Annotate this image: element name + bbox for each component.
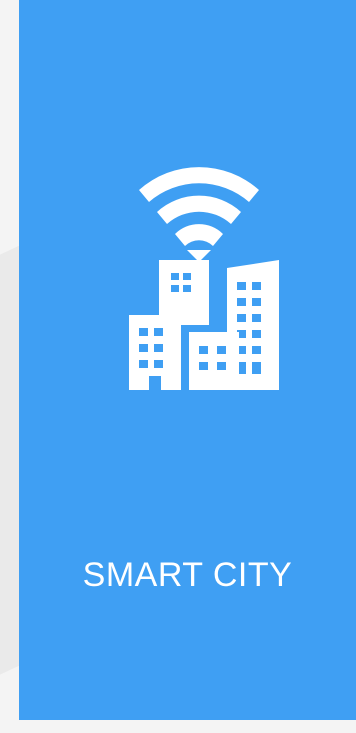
page: SMART CITY bbox=[0, 0, 356, 733]
wifi-arc-inner bbox=[175, 224, 223, 246]
wifi-icon bbox=[139, 167, 259, 262]
smart-city-svg bbox=[129, 167, 279, 390]
smart-city-icon bbox=[109, 160, 289, 400]
smart-city-card[interactable]: SMART CITY bbox=[19, 0, 356, 720]
card-title: SMART CITY bbox=[82, 556, 293, 594]
building-icon-middle bbox=[189, 332, 239, 390]
wifi-arc-middle bbox=[157, 195, 241, 224]
